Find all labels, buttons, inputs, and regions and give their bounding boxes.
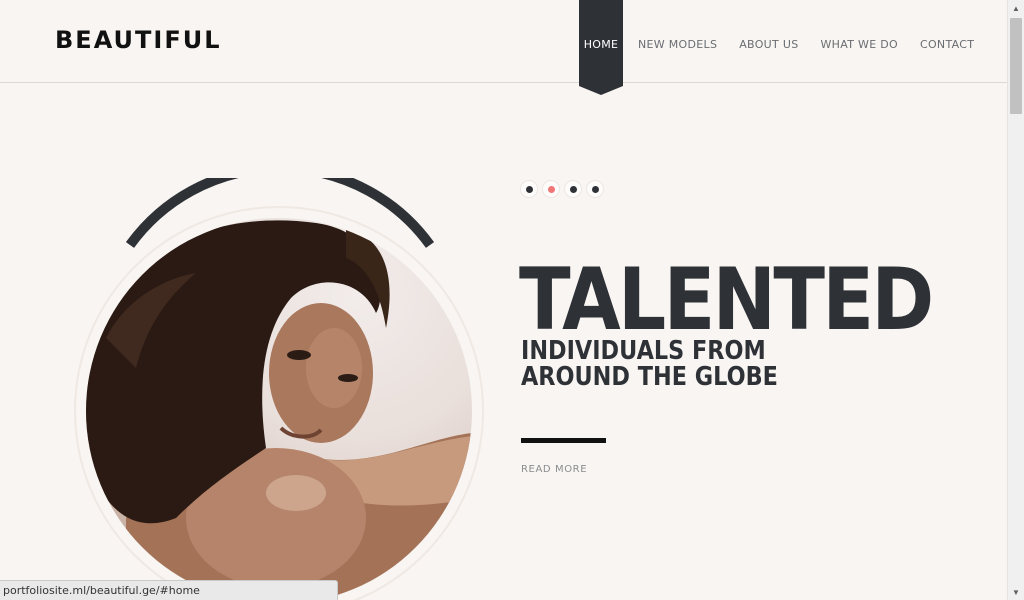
hero-headline: TALENTED: [519, 250, 934, 350]
nav-item-home-label: HOME: [583, 37, 619, 51]
nav-item-new-models[interactable]: NEW MODELS: [638, 38, 717, 51]
slider-dot-1[interactable]: [520, 180, 538, 198]
slider-dot-2[interactable]: [542, 180, 560, 198]
scroll-down-arrow-icon[interactable]: ▼: [1008, 584, 1024, 600]
slider-dot-4[interactable]: [586, 180, 604, 198]
page: BEAUTIFUL HOME NEW MODELS ABOUT US WHAT …: [0, 0, 1024, 600]
nav-item-home[interactable]: HOME: [579, 0, 623, 95]
browser-status-bar: portfoliosite.ml/beautiful.ge/#home: [0, 580, 338, 600]
read-more-link[interactable]: READ MORE: [521, 464, 587, 475]
nav-item-contact[interactable]: CONTACT: [920, 38, 974, 51]
nav-links: NEW MODELS ABOUT US WHAT WE DO CONTACT: [638, 0, 974, 88]
nav-item-about-us[interactable]: ABOUT US: [739, 38, 798, 51]
site-logo[interactable]: BEAUTIFUL: [55, 26, 222, 54]
site-header: BEAUTIFUL HOME NEW MODELS ABOUT US WHAT …: [0, 0, 1007, 95]
slider-dot-3[interactable]: [564, 180, 582, 198]
model-portrait-image: [86, 218, 472, 600]
hero-divider: [521, 438, 606, 443]
hero-subheadline: INDIVIDUALS FROM AROUND THE GLOBE: [521, 336, 778, 392]
scroll-up-arrow-icon[interactable]: ▲: [1008, 0, 1024, 16]
page-scrollbar[interactable]: ▲ ▼: [1007, 0, 1024, 600]
scrollbar-thumb[interactable]: [1010, 18, 1022, 114]
slider-dots: [520, 180, 604, 198]
model-portrait-illustration: [86, 220, 472, 600]
nav-item-what-we-do[interactable]: WHAT WE DO: [820, 38, 898, 51]
